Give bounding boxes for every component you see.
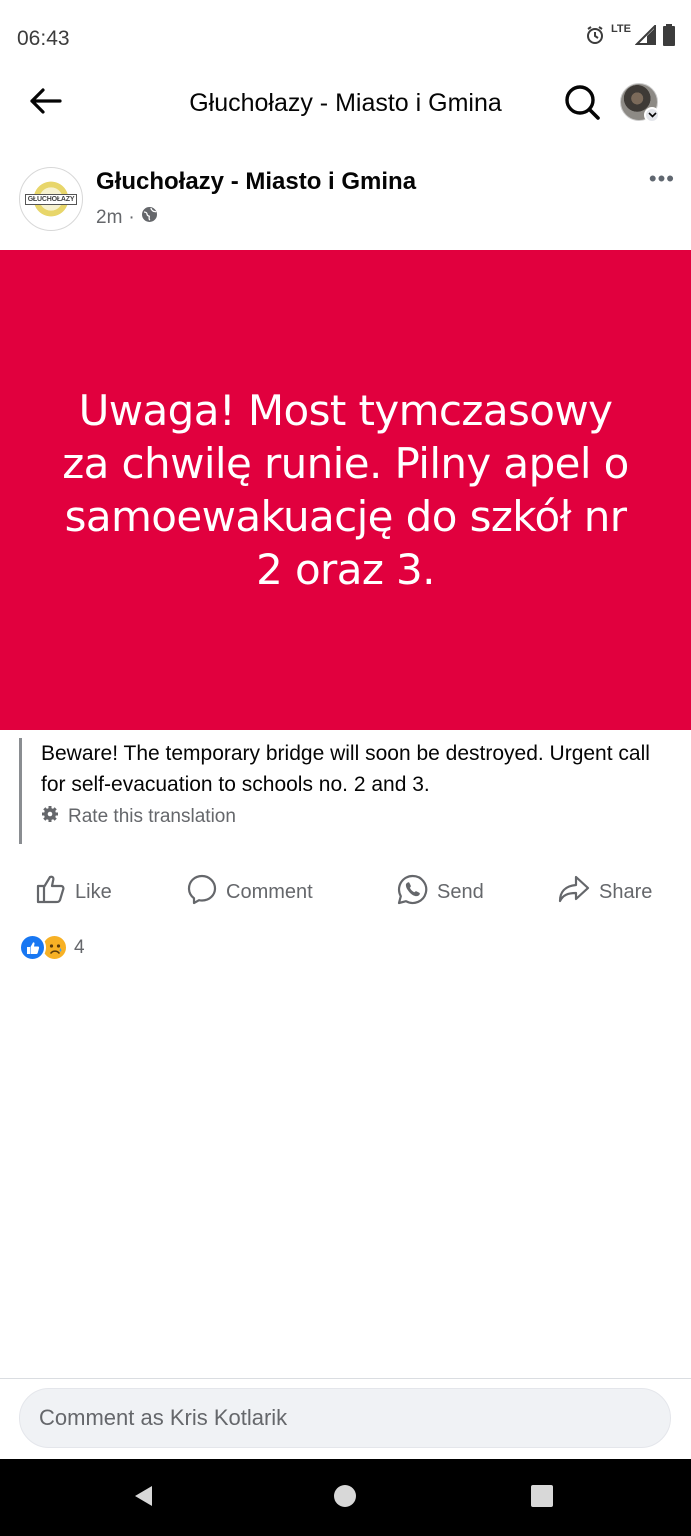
reaction-count: 4 (74, 936, 85, 958)
signal-icon (635, 25, 657, 45)
post-meta: 2m · (96, 206, 158, 229)
circle-home-icon (333, 1484, 357, 1513)
city-logo: GŁUCHOŁAZY (24, 172, 78, 226)
send-label: Send (437, 880, 484, 903)
like-button[interactable]: Like (35, 868, 112, 916)
banner-text: Uwaga! Most tymczasowy za chwilę runie. … (62, 386, 629, 594)
comment-input[interactable]: Comment as Kris Kotlarik (19, 1388, 671, 1448)
rate-translation-label: Rate this translation (68, 806, 236, 827)
comment-label: Comment (226, 880, 313, 903)
thumbs-up-icon (35, 873, 67, 911)
app-header: Głuchołazy - Miasto i Gmina (0, 78, 691, 128)
like-label: Like (75, 880, 112, 903)
comment-button[interactable]: Comment (186, 868, 313, 916)
search-icon (563, 83, 601, 126)
nav-home-button[interactable] (332, 1484, 358, 1513)
status-icons: LTE (585, 23, 675, 46)
page-avatar[interactable]: GŁUCHOŁAZY (19, 167, 83, 231)
profile-button[interactable] (620, 83, 662, 125)
like-reaction-icon (19, 934, 46, 961)
comment-placeholder: Comment as Kris Kotlarik (39, 1405, 288, 1430)
more-options-button[interactable]: ••• (649, 168, 675, 190)
divider (0, 1378, 691, 1379)
square-recents-icon (530, 1484, 554, 1513)
search-button[interactable] (561, 83, 603, 125)
page-title-text: Głuchołazy - Miasto i Gmina (189, 89, 502, 117)
share-arrow-icon (557, 873, 591, 911)
alarm-icon (585, 25, 605, 45)
whatsapp-icon (396, 873, 429, 912)
meta-separator: · (128, 206, 135, 228)
post-time[interactable]: 2m (96, 207, 122, 229)
status-time: 06:43 (17, 27, 70, 50)
post-header: GŁUCHOŁAZY Głuchołazy - Miasto i Gmina 2… (0, 160, 691, 240)
post-banner[interactable]: Uwaga! Most tymczasowy za chwilę runie. … (0, 250, 691, 730)
translation-text: Beware! The temporary bridge will soon b… (41, 742, 650, 796)
logo-text: GŁUCHOŁAZY (24, 193, 78, 205)
comment-icon (186, 873, 218, 911)
nav-back-button[interactable] (131, 1485, 157, 1511)
globe-icon (141, 206, 158, 229)
page-name[interactable]: Głuchołazy - Miasto i Gmina (96, 168, 416, 196)
post-actions: Like Comment Send Share (0, 868, 691, 916)
gear-icon (41, 805, 59, 829)
rate-translation-link[interactable]: Rate this translation (41, 805, 669, 829)
translation-block: Beware! The temporary bridge will soon b… (19, 738, 669, 844)
reactions-summary[interactable]: 4 (19, 934, 85, 961)
system-navigation-bar (0, 1459, 691, 1536)
battery-icon (663, 24, 675, 46)
nav-recents-button[interactable] (529, 1484, 555, 1513)
status-bar: 06:43 LTE (0, 0, 691, 78)
share-button[interactable]: Share (557, 868, 652, 916)
network-type: LTE (611, 23, 631, 35)
triangle-back-icon (132, 1484, 156, 1513)
chevron-down-icon (644, 107, 660, 123)
share-label: Share (599, 880, 653, 903)
send-button[interactable]: Send (396, 868, 484, 916)
